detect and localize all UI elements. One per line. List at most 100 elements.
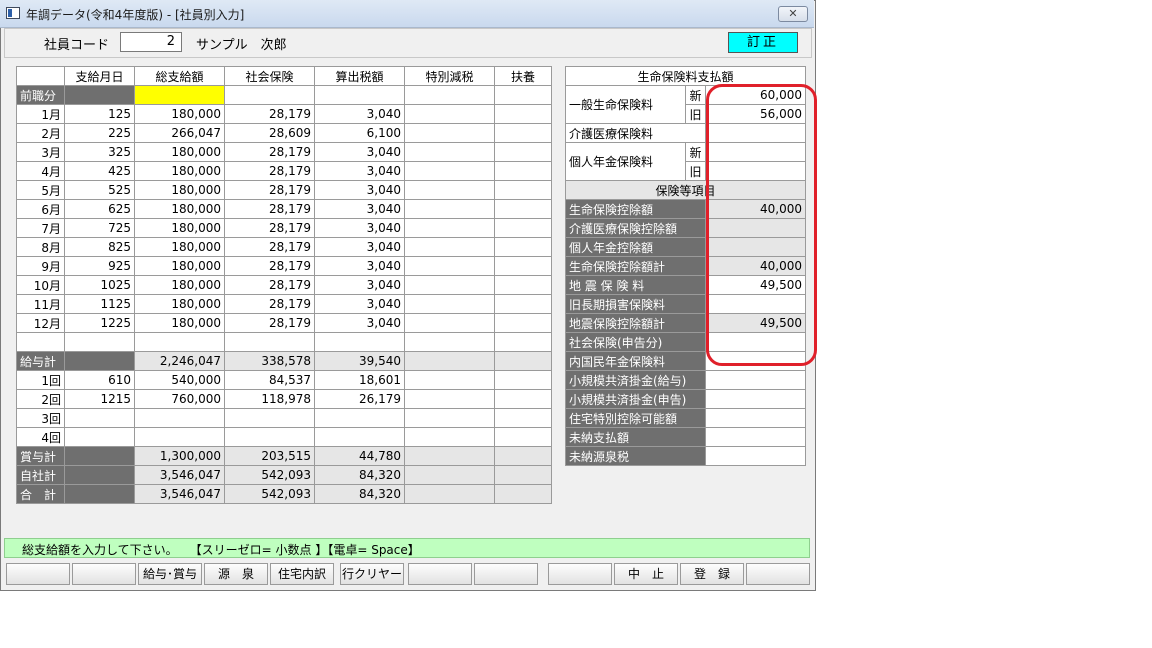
total-cell[interactable]: 180,000 xyxy=(134,180,225,200)
tax-cell[interactable]: 3,040 xyxy=(314,180,405,200)
total-cell[interactable]: 180,000 xyxy=(134,275,225,295)
total-cell[interactable]: 180,000 xyxy=(134,218,225,238)
tax-cell[interactable]: 26,179 xyxy=(314,389,405,409)
insurance-cell[interactable]: 28,179 xyxy=(224,161,315,181)
tax-cell[interactable]: 6,100 xyxy=(314,123,405,143)
item-value[interactable] xyxy=(704,370,807,390)
insurance-cell[interactable]: 28,179 xyxy=(224,256,315,276)
dependents-cell[interactable] xyxy=(494,370,552,390)
special-tax-cell[interactable] xyxy=(404,256,495,276)
insurance-cell[interactable]: 28,179 xyxy=(224,275,315,295)
tax-cell[interactable]: 3,040 xyxy=(314,275,405,295)
special-tax-cell[interactable] xyxy=(404,180,495,200)
function-key-11[interactable]: 登 録 xyxy=(680,563,744,585)
tax-cell[interactable]: 3,040 xyxy=(314,142,405,162)
dependents-cell[interactable] xyxy=(494,256,552,276)
special-tax-cell[interactable] xyxy=(404,408,495,428)
total-cell[interactable]: 540,000 xyxy=(134,370,225,390)
insurance-cell[interactable] xyxy=(224,408,315,428)
table-cell[interactable] xyxy=(494,85,552,105)
function-key-5[interactable]: 住宅内訳 xyxy=(270,563,334,585)
date-cell[interactable]: 325 xyxy=(64,142,135,162)
table-cell[interactable] xyxy=(314,85,405,105)
insurance-cell[interactable]: 28,179 xyxy=(224,237,315,257)
dependents-cell[interactable] xyxy=(494,180,552,200)
date-cell[interactable]: 525 xyxy=(64,180,135,200)
total-cell[interactable]: 180,000 xyxy=(134,104,225,124)
item-value[interactable] xyxy=(704,389,807,409)
function-key-9[interactable] xyxy=(548,563,612,585)
function-key-7[interactable] xyxy=(408,563,472,585)
function-key-3[interactable]: 給与･賞与 xyxy=(138,563,202,585)
insurance-cell[interactable]: 28,179 xyxy=(224,180,315,200)
function-key-1[interactable] xyxy=(6,563,70,585)
total-cell[interactable]: 760,000 xyxy=(134,389,225,409)
date-cell[interactable]: 725 xyxy=(64,218,135,238)
dependents-cell[interactable] xyxy=(494,275,552,295)
tax-cell[interactable]: 3,040 xyxy=(314,256,405,276)
dependents-cell[interactable] xyxy=(494,389,552,409)
insurance-cell[interactable]: 84,537 xyxy=(224,370,315,390)
tax-cell[interactable] xyxy=(314,408,405,428)
date-cell[interactable]: 1225 xyxy=(64,313,135,333)
item-value[interactable] xyxy=(704,408,807,428)
total-cell[interactable]: 180,000 xyxy=(134,256,225,276)
item-value[interactable] xyxy=(704,446,807,466)
total-cell[interactable]: 180,000 xyxy=(134,161,225,181)
dependents-cell[interactable] xyxy=(494,313,552,333)
total-input[interactable] xyxy=(134,85,225,105)
dependents-cell[interactable] xyxy=(494,294,552,314)
special-tax-cell[interactable] xyxy=(404,199,495,219)
special-tax-cell[interactable] xyxy=(404,389,495,409)
total-cell[interactable]: 180,000 xyxy=(134,199,225,219)
total-cell[interactable]: 180,000 xyxy=(134,294,225,314)
emp-code-input[interactable]: 2 xyxy=(120,32,182,52)
total-cell[interactable]: 266,047 xyxy=(134,123,225,143)
date-cell[interactable]: 225 xyxy=(64,123,135,143)
insurance-cell[interactable]: 28,179 xyxy=(224,104,315,124)
special-tax-cell[interactable] xyxy=(404,218,495,238)
function-key-10[interactable]: 中 止 xyxy=(614,563,678,585)
dependents-cell[interactable] xyxy=(494,237,552,257)
date-cell[interactable]: 925 xyxy=(64,256,135,276)
special-tax-cell[interactable] xyxy=(404,370,495,390)
dependents-cell[interactable] xyxy=(494,123,552,143)
dependents-cell[interactable] xyxy=(494,408,552,428)
total-cell[interactable]: 180,000 xyxy=(134,237,225,257)
function-key-4[interactable]: 源 泉 xyxy=(204,563,268,585)
total-cell[interactable]: 180,000 xyxy=(134,313,225,333)
table-cell[interactable] xyxy=(404,85,495,105)
special-tax-cell[interactable] xyxy=(404,275,495,295)
special-tax-cell[interactable] xyxy=(404,427,495,447)
date-cell[interactable]: 1125 xyxy=(64,294,135,314)
function-key-12[interactable] xyxy=(746,563,810,585)
tax-cell[interactable]: 3,040 xyxy=(314,218,405,238)
insurance-cell[interactable]: 28,179 xyxy=(224,313,315,333)
insurance-cell[interactable]: 28,179 xyxy=(224,218,315,238)
item-value[interactable] xyxy=(704,427,807,447)
tax-cell[interactable]: 3,040 xyxy=(314,237,405,257)
date-cell[interactable]: 125 xyxy=(64,104,135,124)
dependents-cell[interactable] xyxy=(494,104,552,124)
date-cell[interactable]: 825 xyxy=(64,237,135,257)
insurance-cell[interactable]: 28,179 xyxy=(224,294,315,314)
function-key-6[interactable]: 行クリヤー xyxy=(340,563,404,585)
date-cell[interactable]: 425 xyxy=(64,161,135,181)
special-tax-cell[interactable] xyxy=(404,313,495,333)
special-tax-cell[interactable] xyxy=(404,123,495,143)
insurance-cell[interactable]: 28,179 xyxy=(224,142,315,162)
special-tax-cell[interactable] xyxy=(404,237,495,257)
date-cell[interactable] xyxy=(64,427,135,447)
date-cell[interactable]: 1025 xyxy=(64,275,135,295)
dependents-cell[interactable] xyxy=(494,199,552,219)
date-cell[interactable] xyxy=(64,408,135,428)
date-cell[interactable]: 1215 xyxy=(64,389,135,409)
insurance-cell[interactable]: 28,179 xyxy=(224,199,315,219)
tax-cell[interactable]: 3,040 xyxy=(314,199,405,219)
function-key-2[interactable] xyxy=(72,563,136,585)
function-key-8[interactable] xyxy=(474,563,538,585)
special-tax-cell[interactable] xyxy=(404,294,495,314)
insurance-cell[interactable]: 118,978 xyxy=(224,389,315,409)
tax-cell[interactable]: 3,040 xyxy=(314,313,405,333)
total-cell[interactable] xyxy=(134,408,225,428)
